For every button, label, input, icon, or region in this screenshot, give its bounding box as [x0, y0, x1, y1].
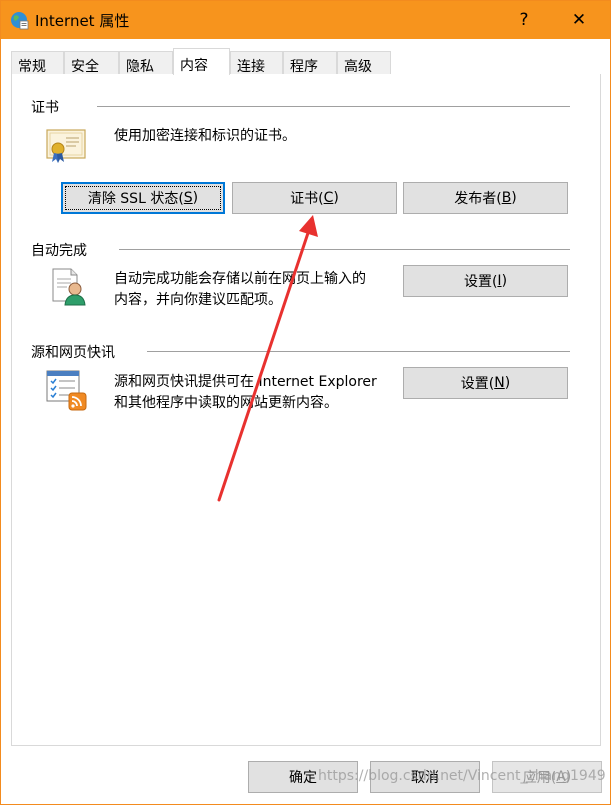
internet-properties-dialog: Internet 属性 ? ✕ 常规 安全 隐私 内容 连接 程序 高级 证书 …: [0, 0, 611, 805]
annotation-arrow-head: [299, 215, 318, 237]
annotation-arrow-shaft: [217, 231, 310, 502]
annotation-arrow: [217, 215, 318, 502]
